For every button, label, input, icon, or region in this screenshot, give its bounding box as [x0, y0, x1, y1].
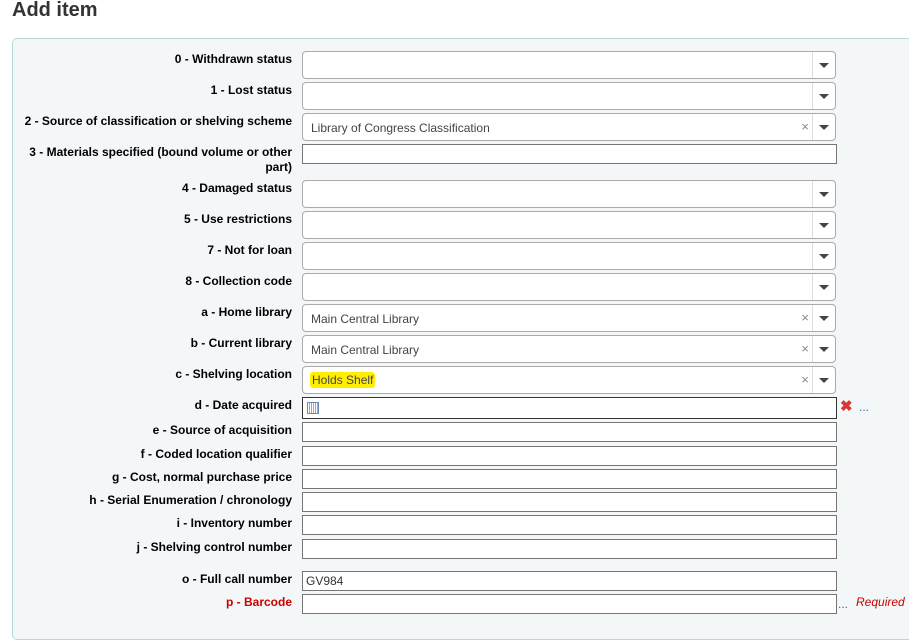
field-label: 7 - Not for loan — [207, 243, 292, 257]
ellipsis-link[interactable]: ... — [859, 400, 869, 414]
b-current-library-select[interactable]: Main Central Library × — [302, 335, 836, 363]
chevron-down-icon[interactable] — [812, 336, 835, 362]
field-label: h - Serial Enumeration / chronology — [89, 493, 292, 507]
chevron-down-icon[interactable] — [812, 114, 835, 140]
j-shelving-control-number-input[interactable] — [302, 539, 837, 559]
d-date-acquired-input[interactable] — [302, 397, 837, 419]
field-label: 8 - Collection code — [185, 274, 292, 288]
field-label: 0 - Withdrawn status — [174, 52, 292, 66]
field-label: d - Date acquired — [194, 398, 292, 412]
c-shelving-location-select[interactable]: Holds Shelf × — [302, 366, 836, 394]
clear-icon[interactable]: × — [801, 341, 809, 356]
p-barcode-input[interactable] — [302, 594, 837, 614]
o-full-call-number-input[interactable]: GV984 — [302, 571, 837, 591]
chevron-down-icon[interactable] — [812, 367, 835, 393]
7-not-for-loan-select[interactable] — [302, 242, 836, 270]
selected-value: Library of Congress Classification — [311, 121, 490, 135]
ellipsis-link[interactable]: ... — [838, 597, 848, 611]
selected-value: Holds Shelf — [310, 372, 376, 388]
field-label: f - Coded location qualifier — [140, 447, 292, 461]
chevron-down-icon[interactable] — [812, 181, 835, 207]
8-collection-code-select[interactable] — [302, 273, 836, 301]
field-label: c - Shelving location — [175, 367, 292, 381]
selected-value: Main Central Library — [311, 343, 420, 357]
e-source-of-acquisition-input[interactable] — [302, 422, 837, 442]
5-use-restrictions-select[interactable] — [302, 211, 836, 239]
field-label: 1 - Lost status — [210, 83, 292, 97]
a-home-library-select[interactable]: Main Central Library × — [302, 304, 836, 332]
i-inventory-number-input[interactable] — [302, 515, 837, 535]
field-label: b - Current library — [190, 336, 292, 350]
1-lost-status-select[interactable] — [302, 82, 836, 110]
field-label: 3 - Materials specified (bound volume or… — [29, 145, 292, 174]
field-label: j - Shelving control number — [136, 540, 292, 554]
clear-icon[interactable]: × — [801, 372, 809, 387]
chevron-down-icon[interactable] — [812, 83, 835, 109]
calendar-icon[interactable] — [307, 402, 319, 414]
field-label: o - Full call number — [181, 572, 292, 586]
chevron-down-icon[interactable] — [812, 305, 835, 331]
chevron-down-icon[interactable] — [812, 212, 835, 238]
field-label: 4 - Damaged status — [181, 181, 292, 195]
chevron-down-icon[interactable] — [812, 243, 835, 269]
4-damaged-status-select[interactable] — [302, 180, 836, 208]
3-materials-specified-bound-volume-or-other-part-input[interactable] — [302, 144, 837, 164]
chevron-down-icon[interactable] — [812, 52, 835, 78]
page-title: Add item — [12, 0, 98, 21]
clear-icon[interactable]: × — [801, 119, 809, 134]
field-label: a - Home library — [201, 305, 292, 319]
field-label: 2 - Source of classification or shelving… — [24, 114, 292, 128]
field-label: 5 - Use restrictions — [183, 212, 292, 226]
field-label: e - Source of acquisition — [152, 423, 292, 437]
clear-date-icon[interactable]: ✖ — [840, 397, 853, 415]
required-note: Required — [856, 595, 905, 609]
g-cost-normal-purchase-price-input[interactable] — [302, 469, 837, 489]
2-source-of-classification-or-shelving-scheme-select[interactable]: Library of Congress Classification × — [302, 113, 836, 141]
field-label: i - Inventory number — [176, 516, 292, 530]
f-coded-location-qualifier-input[interactable] — [302, 446, 837, 466]
field-label: g - Cost, normal purchase price — [111, 470, 292, 484]
h-serial-enumeration-chronology-input[interactable] — [302, 492, 837, 512]
chevron-down-icon[interactable] — [812, 274, 835, 300]
0-withdrawn-status-select[interactable] — [302, 51, 836, 79]
clear-icon[interactable]: × — [801, 310, 809, 325]
selected-value: Main Central Library — [311, 312, 420, 326]
field-label: p - Barcode — [225, 595, 292, 609]
